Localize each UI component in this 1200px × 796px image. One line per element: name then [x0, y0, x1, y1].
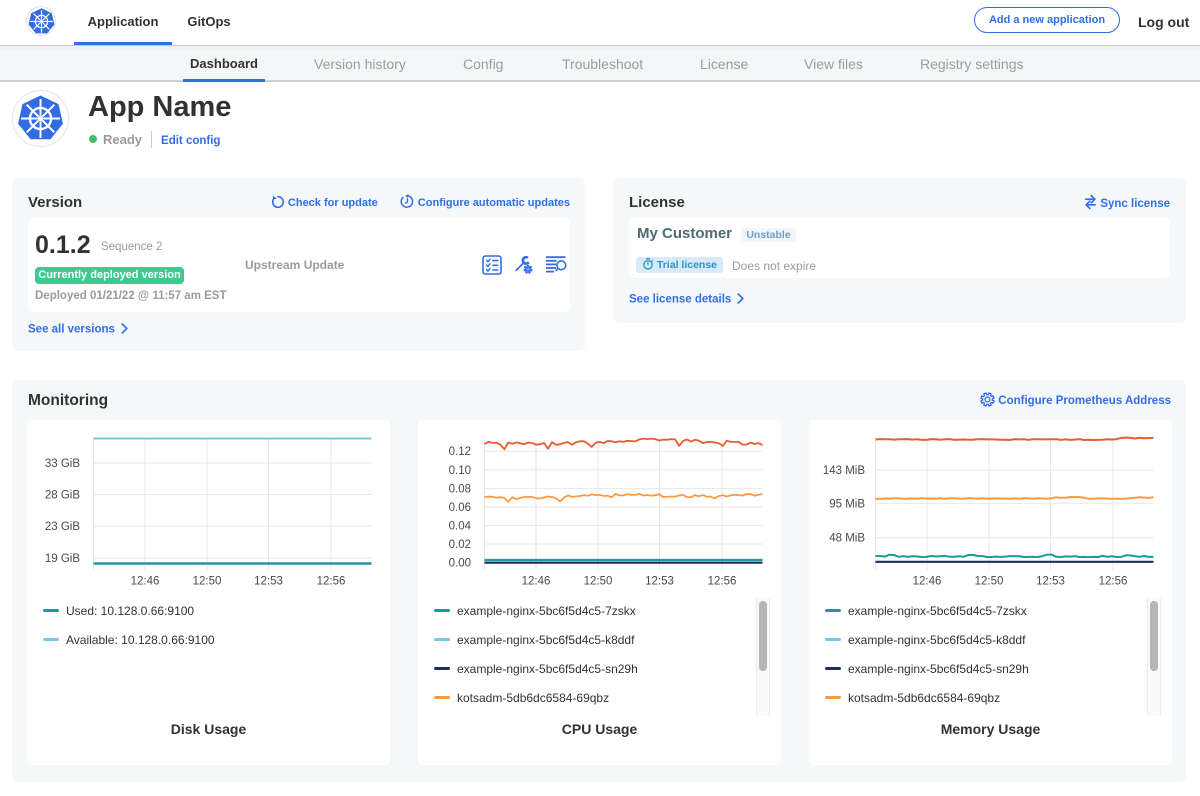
svg-text:23 GiB: 23 GiB [45, 521, 80, 533]
svg-text:12:50: 12:50 [975, 576, 1004, 588]
svg-text:12:53: 12:53 [645, 576, 674, 588]
svg-text:28 GiB: 28 GiB [45, 490, 80, 502]
svg-text:19 GiB: 19 GiB [45, 553, 80, 565]
svg-text:12:46: 12:46 [131, 576, 160, 588]
svg-text:12:46: 12:46 [522, 576, 551, 588]
svg-text:95 MiB: 95 MiB [829, 498, 865, 510]
svg-text:33 GiB: 33 GiB [45, 458, 80, 470]
svg-text:12:56: 12:56 [317, 576, 346, 588]
svg-text:0.08: 0.08 [449, 483, 471, 495]
svg-text:0.12: 0.12 [449, 446, 471, 458]
svg-text:12:53: 12:53 [1036, 576, 1065, 588]
svg-text:0.10: 0.10 [449, 465, 471, 477]
svg-text:0.06: 0.06 [449, 502, 471, 514]
svg-text:12:56: 12:56 [708, 576, 737, 588]
svg-text:12:50: 12:50 [584, 576, 613, 588]
svg-text:48 MiB: 48 MiB [829, 533, 865, 545]
svg-text:0.02: 0.02 [449, 539, 471, 551]
svg-text:12:56: 12:56 [1099, 576, 1128, 588]
svg-text:12:53: 12:53 [254, 576, 283, 588]
svg-text:12:46: 12:46 [913, 576, 942, 588]
svg-text:0.04: 0.04 [449, 520, 472, 532]
svg-text:143 MiB: 143 MiB [823, 465, 866, 477]
svg-text:12:50: 12:50 [193, 576, 222, 588]
svg-text:0.00: 0.00 [449, 558, 471, 570]
